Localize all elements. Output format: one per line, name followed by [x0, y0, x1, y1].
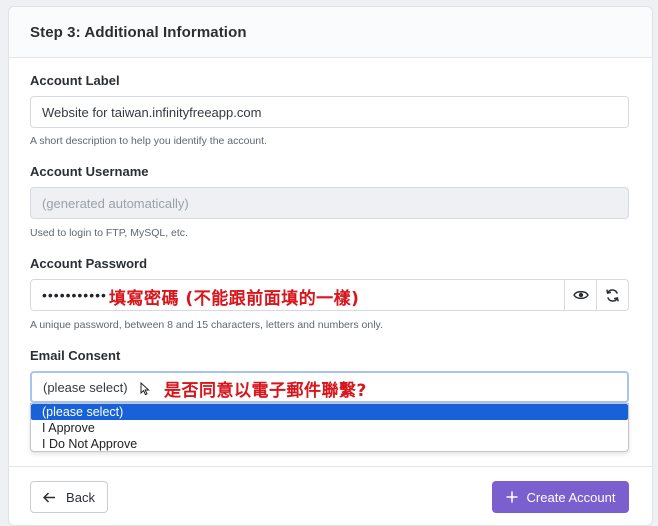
back-button-label: Back	[66, 489, 95, 505]
plus-icon	[506, 491, 518, 503]
option-do-not-approve[interactable]: I Do Not Approve	[31, 436, 628, 452]
account-username-input: (generated automatically)	[30, 187, 629, 219]
account-username-help: Used to login to FTP, MySQL, etc.	[30, 227, 188, 239]
toggle-password-button[interactable]	[565, 279, 597, 311]
mouse-cursor-icon	[140, 382, 150, 396]
create-account-label: Create Account	[526, 489, 616, 505]
consent-annotation: 是否同意以電子郵件聯繫?	[164, 381, 367, 401]
regenerate-password-button[interactable]	[597, 279, 629, 311]
account-username-placeholder: (generated automatically)	[42, 195, 189, 211]
account-label-help: A short description to help you identify…	[30, 135, 267, 147]
account-label-label: Account Label	[30, 73, 120, 88]
step-header: Step 3: Additional Information	[9, 7, 652, 58]
create-account-button[interactable]: Create Account	[492, 481, 629, 513]
account-username-label: Account Username	[30, 164, 149, 179]
back-button[interactable]: Back	[30, 481, 108, 513]
step-card: Step 3: Additional Information Account L…	[8, 6, 653, 526]
account-label-value: Website for taiwan.infinityfreeapp.com	[42, 104, 262, 120]
account-password-help: A unique password, between 8 and 15 char…	[30, 319, 383, 331]
eye-icon	[572, 290, 589, 300]
option-approve[interactable]: I Approve	[31, 420, 628, 436]
page-title: Step 3: Additional Information	[30, 23, 247, 41]
refresh-icon	[606, 288, 619, 302]
email-consent-label: Email Consent	[30, 348, 121, 363]
account-password-label: Account Password	[30, 256, 148, 271]
email-consent-dropdown: (please select) I Approve I Do Not Appro…	[30, 403, 629, 452]
arrow-left-icon	[43, 491, 56, 503]
email-consent-selected: (please select)	[43, 379, 128, 395]
option-please-select[interactable]: (please select)	[31, 404, 628, 420]
footer-divider	[9, 466, 652, 467]
password-annotation: 填寫密碼 (不能跟前面填的一樣)	[109, 289, 360, 309]
account-password-value: •••••••••••	[42, 287, 107, 303]
account-label-input[interactable]: Website for taiwan.infinityfreeapp.com	[30, 96, 629, 128]
